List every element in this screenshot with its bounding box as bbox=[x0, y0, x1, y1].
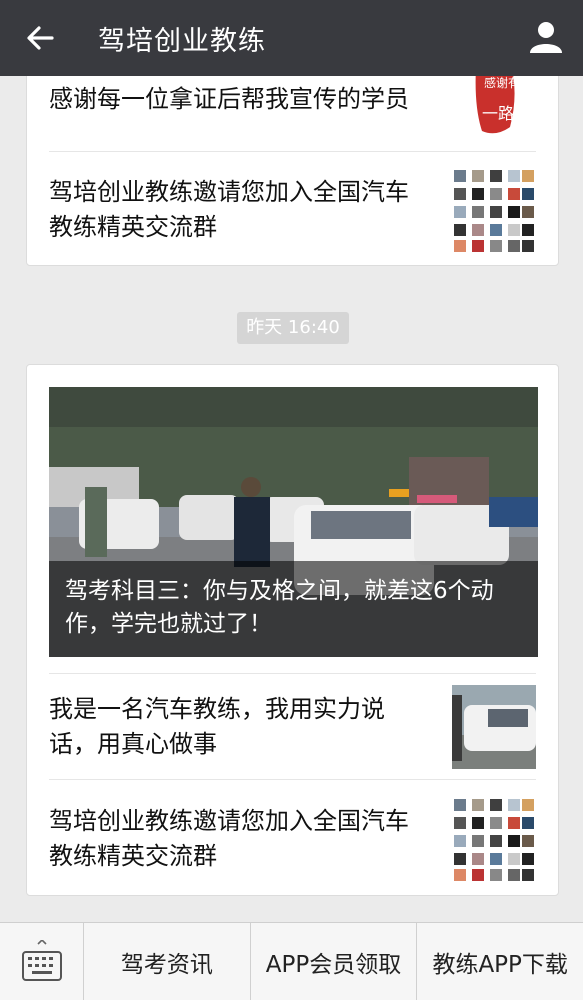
article-title: 驾培创业教练邀请您加入全国汽车教练精英交流群 bbox=[49, 806, 409, 870]
menu-item-exam-news[interactable]: 驾考资讯 bbox=[84, 923, 251, 1000]
back-arrow-icon bbox=[27, 26, 54, 50]
article-item[interactable]: 感谢每一位拿证后帮我宣传的学员 感谢有你 一路 bbox=[49, 76, 536, 151]
keyboard-icon bbox=[21, 940, 62, 981]
message-feed[interactable]: 感谢每一位拿证后帮我宣传的学员 感谢有你 一路 驾培创业教练邀请您加入全国汽车教… bbox=[0, 76, 583, 922]
menu-item-app-membership[interactable]: APP会员领取 bbox=[251, 923, 418, 1000]
article-item[interactable]: 驾培创业教练邀请您加入全国汽车教练精英交流群 bbox=[49, 151, 536, 267]
message-timestamp: 昨天 16:40 bbox=[237, 312, 349, 344]
top-bar: 驾培创业教练 bbox=[0, 0, 583, 76]
menu-item-coach-app-download[interactable]: 教练APP下载 bbox=[417, 923, 583, 1000]
group-avatars-thumbnail bbox=[452, 168, 536, 252]
article-item[interactable]: 驾培创业教练邀请您加入全国汽车教练精英交流群 bbox=[49, 779, 536, 897]
hero-article-title: 驾考科目三：你与及格之间，就差这6个动作，学完也就过了！ bbox=[49, 561, 538, 657]
article-title: 我是一名汽车教练，我用实力说话，用真心做事 bbox=[49, 694, 385, 758]
article-card: 感谢每一位拿证后帮我宣传的学员 感谢有你 一路 驾培创业教练邀请您加入全国汽车教… bbox=[26, 76, 559, 266]
svg-text:一路: 一路 bbox=[482, 104, 514, 123]
article-title: 感谢每一位拿证后帮我宣传的学员 bbox=[49, 84, 409, 113]
group-avatars-thumbnail bbox=[452, 797, 536, 881]
profile-button[interactable] bbox=[525, 14, 567, 60]
article-title: 驾培创业教练邀请您加入全国汽车教练精英交流群 bbox=[49, 177, 409, 241]
thumb-text: 感谢有你 bbox=[484, 76, 532, 90]
custom-menu-bar: 驾考资讯 APP会员领取 教练APP下载 bbox=[0, 922, 583, 1000]
account-title: 驾培创业教练 bbox=[98, 25, 266, 57]
article-item[interactable]: 我是一名汽车教练，我用实力说话，用真心做事 bbox=[49, 673, 536, 779]
article-card: 驾考科目三：你与及格之间，就差这6个动作，学完也就过了！ 我是一名汽车教练，我用… bbox=[26, 364, 559, 896]
article-thumbnail: 感谢有你 一路 bbox=[452, 76, 536, 141]
back-button[interactable] bbox=[0, 0, 80, 76]
hero-article[interactable]: 驾考科目三：你与及格之间，就差这6个动作，学完也就过了！ bbox=[49, 387, 538, 657]
keyboard-toggle-button[interactable] bbox=[0, 923, 84, 1000]
car-thumbnail bbox=[452, 684, 536, 769]
person-icon bbox=[530, 22, 562, 53]
